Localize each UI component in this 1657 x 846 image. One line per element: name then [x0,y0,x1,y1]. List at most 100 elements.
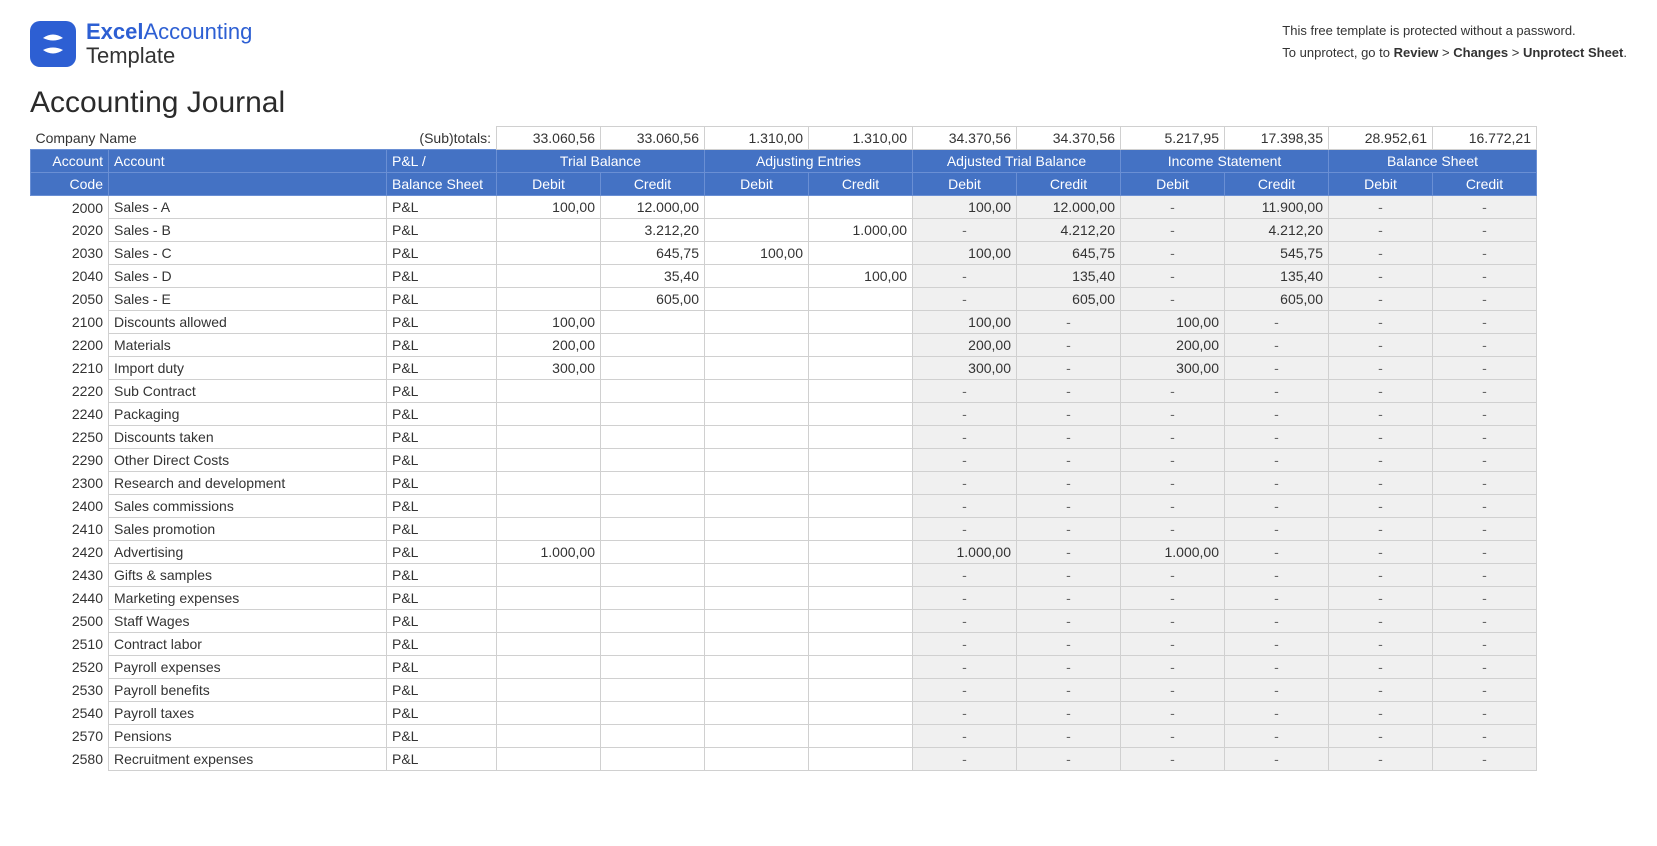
cell-code[interactable]: 2200 [31,334,109,357]
cell-adj-debit[interactable] [705,472,809,495]
cell-adj-credit[interactable] [809,679,913,702]
cell-type[interactable]: P&L [387,449,497,472]
cell-code[interactable]: 2530 [31,679,109,702]
cell-adj-credit[interactable] [809,403,913,426]
cell-bs-credit[interactable]: - [1433,564,1537,587]
cell-bs-debit[interactable]: - [1329,656,1433,679]
cell-is-debit[interactable]: - [1121,265,1225,288]
cell-atb-debit[interactable]: - [913,495,1017,518]
cell-type[interactable]: P&L [387,426,497,449]
cell-code[interactable]: 2210 [31,357,109,380]
cell-bs-debit[interactable]: - [1329,472,1433,495]
cell-account[interactable]: Other Direct Costs [109,449,387,472]
cell-bs-debit[interactable]: - [1329,196,1433,219]
cell-account[interactable]: Payroll benefits [109,679,387,702]
cell-tb-credit[interactable] [601,679,705,702]
cell-atb-debit[interactable]: - [913,679,1017,702]
cell-bs-debit[interactable]: - [1329,265,1433,288]
cell-adj-debit[interactable]: 100,00 [705,242,809,265]
cell-bs-debit[interactable]: - [1329,541,1433,564]
cell-is-credit[interactable]: 135,40 [1225,265,1329,288]
cell-atb-credit[interactable]: - [1017,403,1121,426]
cell-bs-credit[interactable]: - [1433,449,1537,472]
cell-bs-debit[interactable]: - [1329,518,1433,541]
cell-is-credit[interactable]: - [1225,357,1329,380]
cell-adj-debit[interactable] [705,311,809,334]
cell-type[interactable]: P&L [387,679,497,702]
cell-atb-debit[interactable]: - [913,403,1017,426]
cell-atb-debit[interactable]: - [913,219,1017,242]
cell-code[interactable]: 2410 [31,518,109,541]
cell-atb-debit[interactable]: - [913,449,1017,472]
cell-bs-debit[interactable]: - [1329,495,1433,518]
cell-tb-debit[interactable] [497,587,601,610]
cell-adj-credit[interactable] [809,196,913,219]
cell-atb-credit[interactable]: - [1017,449,1121,472]
cell-atb-credit[interactable]: - [1017,679,1121,702]
cell-is-debit[interactable]: - [1121,196,1225,219]
cell-atb-debit[interactable]: - [913,564,1017,587]
cell-type[interactable]: P&L [387,633,497,656]
cell-bs-credit[interactable]: - [1433,403,1537,426]
cell-atb-debit[interactable]: - [913,472,1017,495]
cell-atb-debit[interactable]: - [913,702,1017,725]
cell-atb-debit[interactable]: 100,00 [913,196,1017,219]
cell-adj-debit[interactable] [705,633,809,656]
cell-tb-credit[interactable] [601,472,705,495]
cell-is-debit[interactable]: - [1121,472,1225,495]
cell-account[interactable]: Packaging [109,403,387,426]
cell-bs-debit[interactable]: - [1329,403,1433,426]
cell-account[interactable]: Sales - E [109,288,387,311]
cell-type[interactable]: P&L [387,495,497,518]
cell-bs-credit[interactable]: - [1433,196,1537,219]
cell-atb-credit[interactable]: - [1017,518,1121,541]
cell-adj-credit[interactable] [809,587,913,610]
cell-bs-debit[interactable]: - [1329,564,1433,587]
cell-tb-credit[interactable]: 12.000,00 [601,196,705,219]
cell-is-debit[interactable]: - [1121,426,1225,449]
cell-tb-credit[interactable] [601,334,705,357]
cell-type[interactable]: P&L [387,334,497,357]
cell-bs-credit[interactable]: - [1433,495,1537,518]
cell-type[interactable]: P&L [387,288,497,311]
cell-is-debit[interactable]: - [1121,449,1225,472]
cell-code[interactable]: 2580 [31,748,109,771]
cell-code[interactable]: 2300 [31,472,109,495]
cell-adj-debit[interactable] [705,610,809,633]
cell-is-credit[interactable]: - [1225,311,1329,334]
cell-type[interactable]: P&L [387,403,497,426]
cell-account[interactable]: Payroll expenses [109,656,387,679]
cell-bs-debit[interactable]: - [1329,633,1433,656]
cell-tb-debit[interactable]: 1.000,00 [497,541,601,564]
cell-is-credit[interactable]: - [1225,334,1329,357]
cell-adj-credit[interactable] [809,495,913,518]
cell-tb-debit[interactable] [497,288,601,311]
cell-account[interactable]: Sales - A [109,196,387,219]
cell-is-credit[interactable]: - [1225,656,1329,679]
cell-tb-credit[interactable] [601,311,705,334]
cell-is-debit[interactable]: 200,00 [1121,334,1225,357]
cell-adj-debit[interactable] [705,725,809,748]
cell-adj-credit[interactable] [809,334,913,357]
cell-adj-credit[interactable] [809,472,913,495]
cell-is-debit[interactable]: - [1121,725,1225,748]
cell-is-credit[interactable]: - [1225,725,1329,748]
cell-adj-debit[interactable] [705,702,809,725]
cell-tb-credit[interactable]: 605,00 [601,288,705,311]
cell-bs-debit[interactable]: - [1329,288,1433,311]
cell-is-debit[interactable]: - [1121,587,1225,610]
cell-type[interactable]: P&L [387,610,497,633]
cell-code[interactable]: 2020 [31,219,109,242]
cell-bs-credit[interactable]: - [1433,426,1537,449]
cell-code[interactable]: 2430 [31,564,109,587]
cell-adj-credit[interactable] [809,357,913,380]
cell-atb-debit[interactable]: 100,00 [913,242,1017,265]
cell-atb-credit[interactable]: - [1017,495,1121,518]
cell-type[interactable]: P&L [387,242,497,265]
cell-bs-credit[interactable]: - [1433,541,1537,564]
cell-bs-debit[interactable]: - [1329,380,1433,403]
cell-tb-credit[interactable] [601,449,705,472]
cell-is-credit[interactable]: - [1225,426,1329,449]
cell-type[interactable]: P&L [387,196,497,219]
cell-account[interactable]: Sales - B [109,219,387,242]
